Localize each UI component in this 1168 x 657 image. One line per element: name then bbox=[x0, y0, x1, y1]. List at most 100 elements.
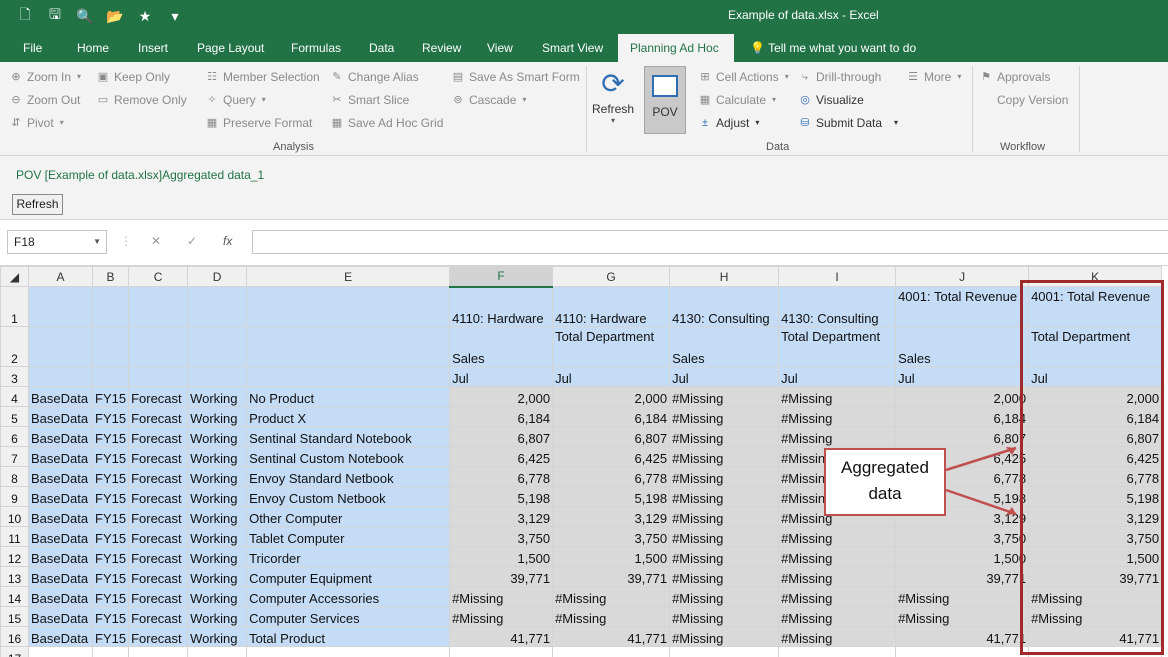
row-header[interactable]: 6 bbox=[0, 426, 29, 447]
cell[interactable]: 1,500 bbox=[895, 546, 1030, 567]
tab-formulas[interactable]: Formulas bbox=[281, 34, 351, 62]
cell[interactable]: Working bbox=[187, 506, 248, 527]
cell[interactable]: Forecast bbox=[128, 546, 189, 567]
more-button[interactable]: ☰ More ▾ bbox=[906, 67, 961, 87]
print-preview-icon[interactable]: 🔍 bbox=[74, 5, 96, 27]
cell[interactable]: 6,184 bbox=[895, 406, 1030, 427]
cell[interactable]: Jul bbox=[552, 366, 671, 387]
cell[interactable]: FY15 bbox=[91, 466, 130, 487]
cell[interactable]: BaseData bbox=[28, 426, 93, 447]
chevron-down-icon[interactable]: ▼ bbox=[93, 231, 101, 253]
column-header-selected[interactable]: F bbox=[449, 266, 554, 288]
cell[interactable]: #Missing bbox=[895, 606, 1030, 627]
cell[interactable]: FY15 bbox=[91, 566, 130, 587]
cell[interactable]: BaseData bbox=[28, 626, 93, 647]
row-header[interactable]: 1 bbox=[0, 286, 29, 327]
column-header[interactable]: J bbox=[895, 266, 1030, 287]
remove-only-button[interactable]: ▭ Remove Only bbox=[96, 90, 187, 110]
cell[interactable]: #Missing bbox=[669, 546, 780, 567]
cell[interactable]: Tablet Computer bbox=[246, 526, 451, 547]
tab-file[interactable]: File bbox=[13, 34, 52, 62]
cell[interactable]: 6,184 bbox=[552, 406, 671, 427]
cell[interactable]: Envoy Custom Netbook bbox=[246, 486, 451, 507]
tab-data[interactable]: Data bbox=[359, 34, 404, 62]
cell[interactable]: Jul bbox=[669, 366, 780, 387]
cell[interactable]: 4110: Hardware bbox=[552, 286, 671, 327]
pov-ribbon-button[interactable]: POV bbox=[644, 66, 686, 134]
row-header[interactable]: 4 bbox=[0, 386, 29, 407]
cell[interactable]: Sentinal Custom Notebook bbox=[246, 446, 451, 467]
cell[interactable]: BaseData bbox=[28, 386, 93, 407]
cell[interactable]: 6,778 bbox=[449, 466, 554, 487]
cell[interactable]: Total Department bbox=[552, 326, 671, 367]
cell[interactable]: Forecast bbox=[128, 406, 189, 427]
cell[interactable]: 3,750 bbox=[552, 526, 671, 547]
tab-review[interactable]: Review bbox=[412, 34, 471, 62]
cell[interactable] bbox=[187, 286, 248, 327]
keep-only-button[interactable]: ▣ Keep Only bbox=[96, 67, 170, 87]
cell[interactable]: Jul bbox=[895, 366, 1030, 387]
cell[interactable]: #Missing bbox=[778, 386, 897, 407]
cell[interactable]: #Missing bbox=[778, 426, 897, 447]
smart-view-icon[interactable]: ★ bbox=[134, 5, 156, 27]
cell[interactable]: Product X bbox=[246, 406, 451, 427]
row-header[interactable]: 7 bbox=[0, 446, 29, 467]
cell[interactable]: 6,807 bbox=[552, 426, 671, 447]
cell[interactable]: #Missing bbox=[778, 566, 897, 587]
cell[interactable]: 4130: Consulting bbox=[669, 286, 780, 327]
cell-actions-button[interactable]: ⊞ Cell Actions ▾ bbox=[698, 67, 788, 87]
cell[interactable]: 39,771 bbox=[552, 566, 671, 587]
cell[interactable]: 6,184 bbox=[449, 406, 554, 427]
row-header[interactable]: 13 bbox=[0, 566, 29, 587]
row-header[interactable]: 9 bbox=[0, 486, 29, 507]
new-file-icon[interactable]: 🗋 bbox=[14, 5, 36, 27]
cell[interactable] bbox=[187, 646, 248, 657]
cell[interactable]: FY15 bbox=[91, 446, 130, 467]
pivot-button[interactable]: ⇵ Pivot ▾ bbox=[9, 113, 63, 133]
cell[interactable]: Jul bbox=[449, 366, 554, 387]
cell[interactable] bbox=[28, 286, 93, 327]
cell[interactable]: #Missing bbox=[669, 426, 780, 447]
cell[interactable]: Sales bbox=[669, 326, 780, 367]
cell[interactable]: 3,129 bbox=[449, 506, 554, 527]
submit-data-button[interactable]: ⛁ Submit Data ▾ bbox=[798, 113, 898, 133]
cell[interactable]: 4130: Consulting bbox=[778, 286, 897, 327]
row-header[interactable]: 5 bbox=[0, 406, 29, 427]
cell[interactable]: 5,198 bbox=[552, 486, 671, 507]
cell[interactable]: Working bbox=[187, 566, 248, 587]
cell[interactable]: 3,129 bbox=[552, 506, 671, 527]
cell[interactable]: FY15 bbox=[91, 386, 130, 407]
formula-input[interactable] bbox=[252, 230, 1168, 254]
cell[interactable]: 2,000 bbox=[552, 386, 671, 407]
cell[interactable]: No Product bbox=[246, 386, 451, 407]
enter-icon[interactable]: ✓ bbox=[187, 234, 197, 248]
copy-version-button[interactable]: Copy Version bbox=[979, 90, 1068, 110]
cell[interactable]: 41,771 bbox=[552, 626, 671, 647]
cell[interactable]: Forecast bbox=[128, 566, 189, 587]
row-header[interactable]: 15 bbox=[0, 606, 29, 627]
cell[interactable] bbox=[246, 326, 451, 367]
cell[interactable]: #Missing bbox=[669, 466, 780, 487]
smart-slice-button[interactable]: ✂ Smart Slice bbox=[330, 90, 409, 110]
cell[interactable]: FY15 bbox=[91, 486, 130, 507]
cell[interactable]: 4001: Total Revenue bbox=[895, 286, 1030, 327]
query-button[interactable]: ✧ Query ▾ bbox=[205, 90, 265, 110]
member-selection-button[interactable]: ☷ Member Selection bbox=[205, 67, 320, 87]
cell[interactable]: Computer Accessories bbox=[246, 586, 451, 607]
cell[interactable]: #Missing bbox=[669, 606, 780, 627]
open-folder-icon[interactable]: 📂 bbox=[104, 5, 126, 27]
cell[interactable] bbox=[128, 366, 189, 387]
cell[interactable]: Working bbox=[187, 446, 248, 467]
cell[interactable]: 41,771 bbox=[895, 626, 1030, 647]
column-header[interactable]: I bbox=[778, 266, 897, 287]
cell[interactable]: BaseData bbox=[28, 606, 93, 627]
cell[interactable]: #Missing bbox=[449, 606, 554, 627]
cell[interactable]: Working bbox=[187, 406, 248, 427]
cell[interactable]: BaseData bbox=[28, 506, 93, 527]
column-header[interactable]: E bbox=[246, 266, 451, 287]
cell[interactable] bbox=[187, 366, 248, 387]
row-header[interactable]: 12 bbox=[0, 546, 29, 567]
cell[interactable]: 6,778 bbox=[552, 466, 671, 487]
cell[interactable] bbox=[91, 286, 130, 327]
cell[interactable]: Computer Equipment bbox=[246, 566, 451, 587]
